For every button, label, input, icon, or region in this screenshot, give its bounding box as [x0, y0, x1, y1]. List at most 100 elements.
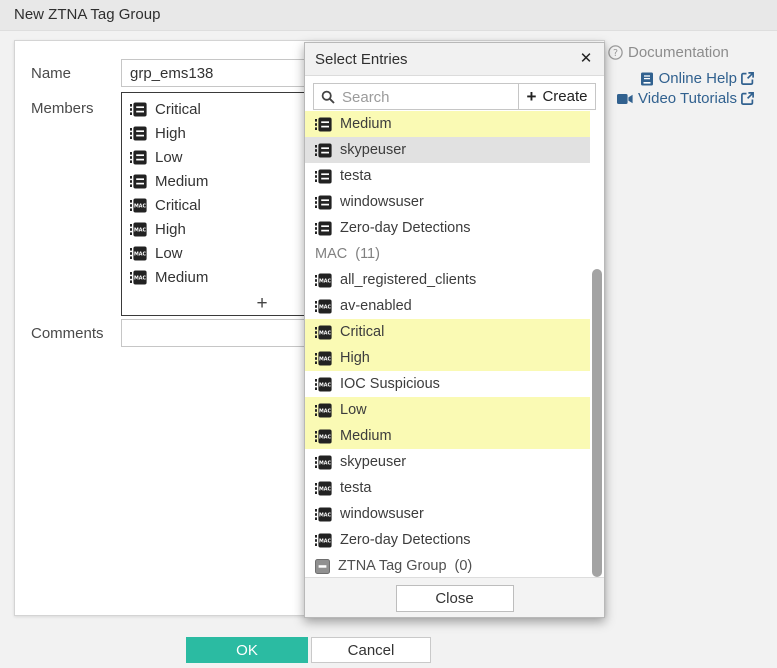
entry-label: skypeuser [340, 454, 406, 470]
ztna-tag-icon [315, 221, 332, 236]
entry-label: av-enabled [340, 298, 412, 314]
add-member-icon[interactable]: + [252, 294, 272, 314]
entry-label: windowsuser [340, 506, 424, 522]
entry-count: (0) [455, 558, 473, 574]
documentation-header-label: Documentation [628, 44, 729, 61]
entry-row[interactable]: MAC av-enabled [305, 293, 590, 319]
entry-row[interactable]: MAC Zero-day Detections [305, 527, 590, 553]
create-button[interactable]: + Create [518, 83, 596, 110]
ztna-tag-icon [130, 174, 147, 189]
entry-label: all_registered_clients [340, 272, 476, 288]
entry-label: windowsuser [340, 194, 424, 210]
entry-row[interactable]: windowsuser [305, 189, 590, 215]
entry-row[interactable]: MAC all_registered_clients [305, 267, 590, 293]
group-collapse-icon [315, 559, 330, 574]
doc-link-label: Online Help [659, 70, 737, 87]
entry-label: Medium [340, 116, 392, 132]
mac-tag-icon: MAC [315, 299, 332, 314]
svg-text:MAC: MAC [319, 434, 331, 440]
scrollbar-thumb[interactable] [592, 269, 602, 577]
mac-tag-icon: MAC [315, 533, 332, 548]
entry-label: Zero-day Detections [340, 532, 471, 548]
documentation-panel: ? Documentation Online Help Video Tutoria… [608, 44, 758, 110]
mac-tag-icon: MAC [315, 273, 332, 288]
entry-row[interactable]: MAC IOC Suspicious [305, 371, 590, 397]
entry-list: Medium skypeuser testa windowsuser Zero-day … [305, 111, 604, 579]
comments-label: Comments [31, 325, 104, 342]
close-icon[interactable]: ✕ [577, 50, 595, 68]
entry-label: High [340, 350, 370, 366]
entry-row[interactable]: MAC Medium [305, 423, 590, 449]
doc-link-online-help[interactable]: Online Help [608, 70, 754, 87]
doc-link-video-tutorials[interactable]: Video Tutorials [608, 90, 754, 107]
entry-section-header: MAC (11) [305, 241, 590, 267]
entry-label: MAC [315, 246, 347, 262]
entry-row[interactable]: MAC windowsuser [305, 501, 590, 527]
entry-label: skypeuser [340, 142, 406, 158]
question-circle-icon: ? [608, 45, 623, 60]
book-icon [640, 72, 654, 86]
mac-tag-icon: MAC [315, 351, 332, 366]
close-button[interactable]: Close [396, 585, 514, 612]
entry-row[interactable]: ZTNA Tag Group(0) [305, 553, 590, 579]
members-label: Members [31, 100, 94, 117]
search-input[interactable] [340, 84, 516, 111]
name-label: Name [31, 65, 71, 82]
member-label: Low [155, 149, 183, 166]
member-label: Critical [155, 101, 201, 118]
entry-label: Medium [340, 428, 392, 444]
svg-text:MAC: MAC [134, 251, 146, 257]
ok-button[interactable]: OK [186, 637, 308, 663]
cancel-button[interactable]: Cancel [311, 637, 431, 663]
mac-tag-icon: MAC [130, 198, 147, 213]
mac-tag-icon: MAC [130, 270, 147, 285]
mac-tag-icon: MAC [315, 325, 332, 340]
popup-header: Select Entries ✕ [305, 43, 604, 76]
entry-count: (11) [355, 246, 380, 262]
svg-text:MAC: MAC [134, 203, 146, 209]
entry-label: testa [340, 480, 371, 496]
window-titlebar: New ZTNA Tag Group [0, 0, 777, 31]
ztna-tag-icon [315, 169, 332, 184]
entry-row[interactable]: MAC Critical [305, 319, 590, 345]
mac-tag-icon: MAC [315, 455, 332, 470]
popup-title: Select Entries [315, 43, 408, 76]
external-link-icon [741, 92, 754, 105]
mac-tag-icon: MAC [315, 377, 332, 392]
mac-tag-icon: MAC [315, 481, 332, 496]
member-label: Critical [155, 197, 201, 214]
member-label: High [155, 125, 186, 142]
mac-tag-icon: MAC [315, 507, 332, 522]
svg-text:MAC: MAC [319, 356, 331, 362]
member-label: Low [155, 245, 183, 262]
video-camera-icon [617, 93, 633, 105]
member-label: Medium [155, 173, 208, 190]
entry-row[interactable]: MAC High [305, 345, 590, 371]
entry-row[interactable]: skypeuser [305, 137, 590, 163]
entry-row[interactable]: MAC testa [305, 475, 590, 501]
page-title: New ZTNA Tag Group [14, 0, 160, 30]
mac-tag-icon: MAC [130, 222, 147, 237]
select-entries-popup: Select Entries ✕ + Create Medium skypeuse… [304, 42, 605, 618]
svg-text:MAC: MAC [134, 227, 146, 233]
svg-text:MAC: MAC [319, 460, 331, 466]
entry-row[interactable]: MAC Low [305, 397, 590, 423]
ztna-tag-icon [315, 143, 332, 158]
entry-row[interactable]: Medium [305, 111, 590, 137]
svg-text:MAC: MAC [319, 408, 331, 414]
entry-row[interactable]: MAC skypeuser [305, 449, 590, 475]
entry-label: IOC Suspicious [340, 376, 440, 392]
entry-row[interactable]: testa [305, 163, 590, 189]
ztna-tag-icon [130, 150, 147, 165]
plus-icon: + [527, 88, 537, 105]
entry-label: Low [340, 402, 367, 418]
ztna-tag-icon [130, 102, 147, 117]
doc-link-label: Video Tutorials [638, 90, 737, 107]
entry-label: Critical [340, 324, 384, 340]
entry-row[interactable]: Zero-day Detections [305, 215, 590, 241]
svg-text:MAC: MAC [319, 330, 331, 336]
member-label: Medium [155, 269, 208, 286]
external-link-icon [741, 72, 754, 85]
svg-text:MAC: MAC [319, 278, 331, 284]
entry-label: Zero-day Detections [340, 220, 471, 236]
